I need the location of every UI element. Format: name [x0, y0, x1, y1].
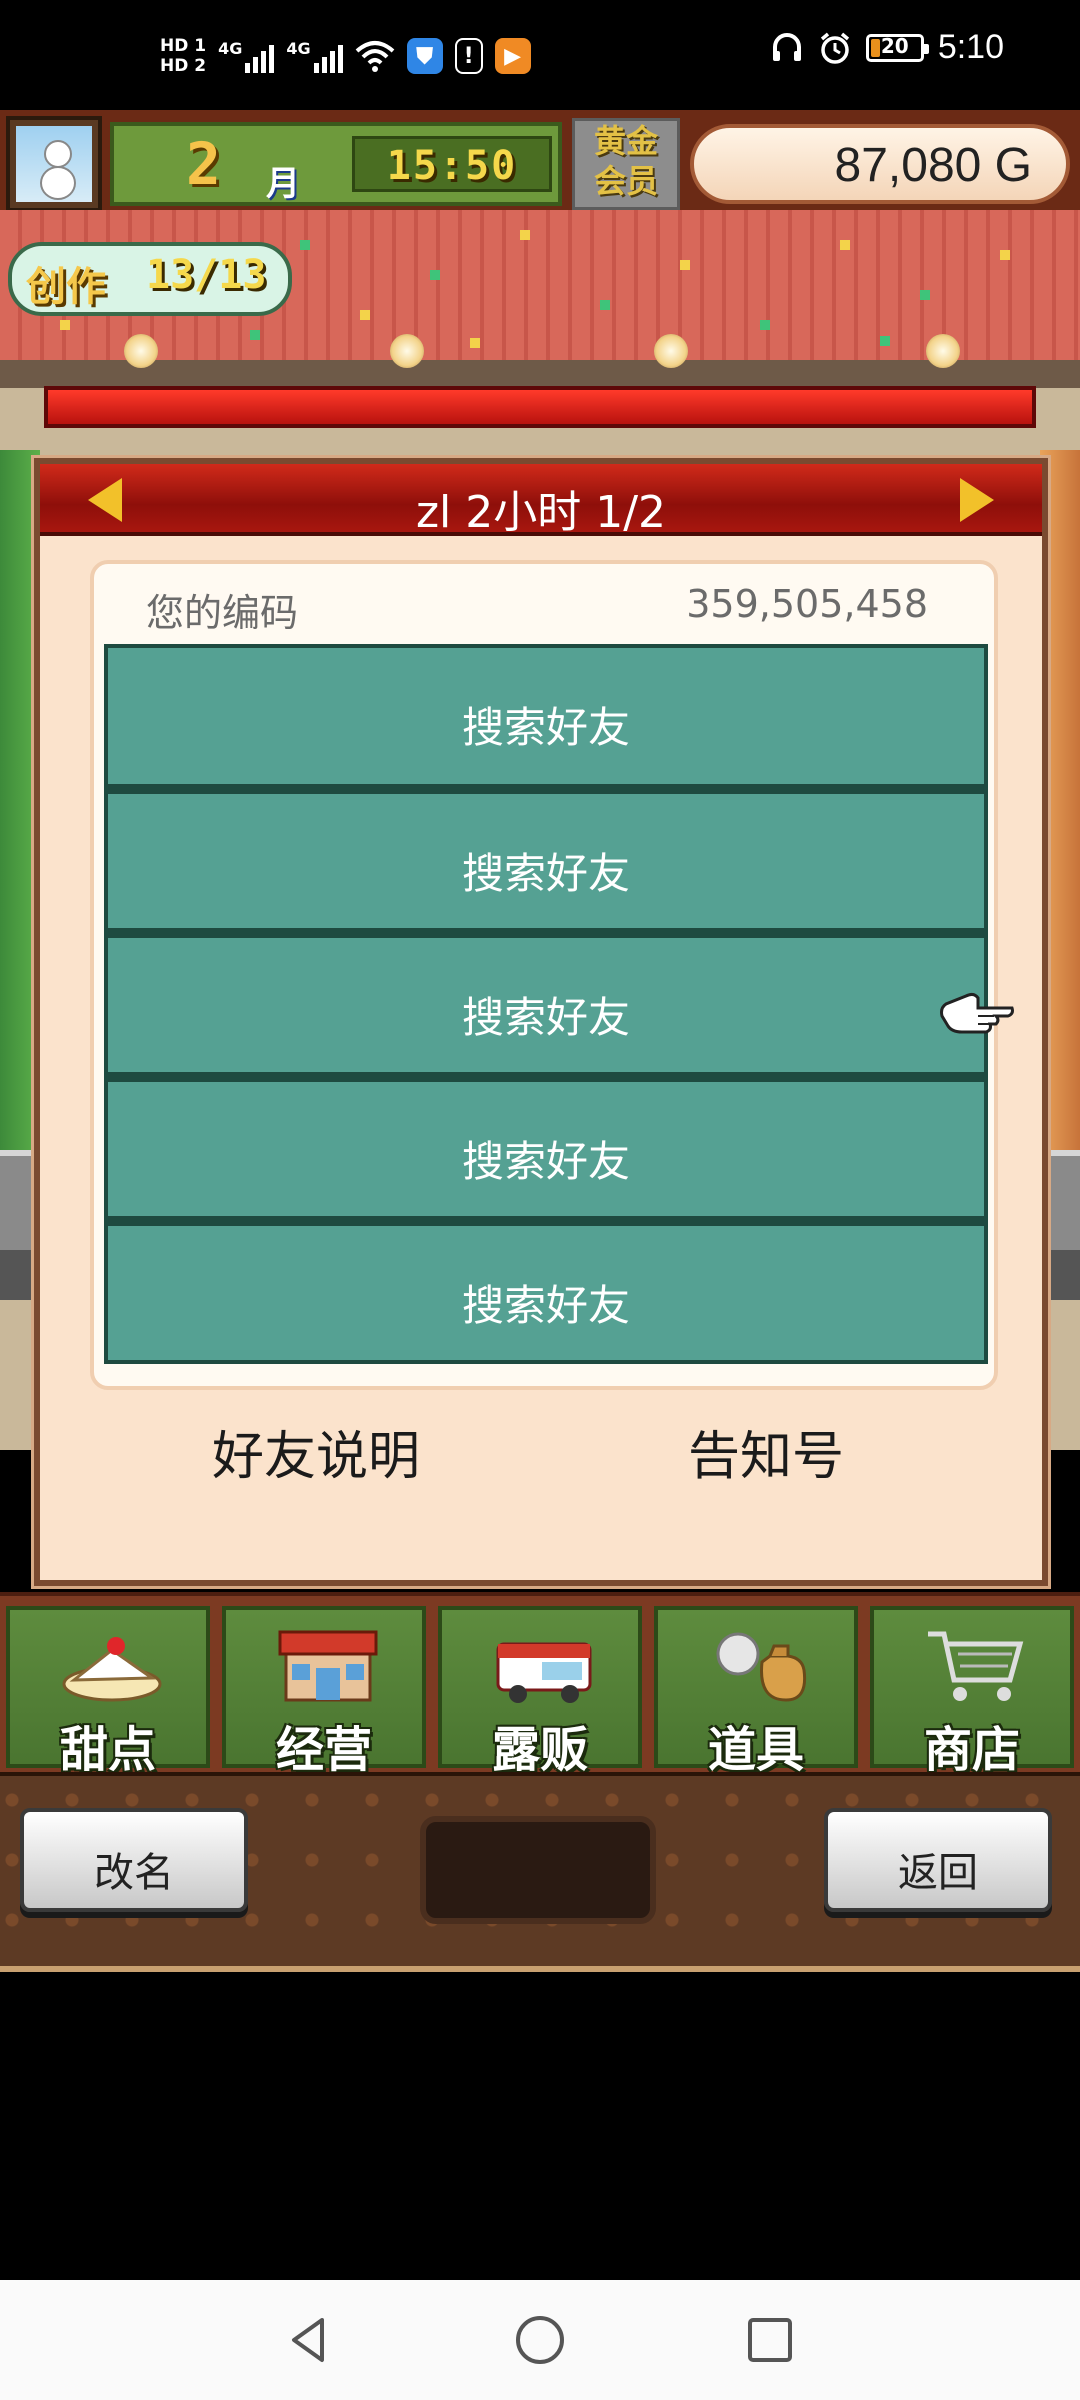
lamp-icon	[124, 334, 158, 368]
search-friend-label: 搜索好友	[461, 703, 630, 752]
recents-square-icon[interactable]	[742, 2312, 798, 2368]
notice-id-link[interactable]: 告知号	[688, 1414, 844, 1489]
search-friend-slot[interactable]: 搜索好友	[104, 644, 988, 788]
alert-app-icon: !	[454, 38, 483, 74]
signal-icon-2: 4G	[286, 39, 343, 73]
bottom-panel: 改名 返回	[0, 1772, 1080, 1972]
roof-eave	[0, 360, 1080, 388]
headphones-icon	[772, 32, 801, 61]
search-friend-slot[interactable]: 搜索好友	[104, 788, 988, 932]
food-truck-icon	[496, 1642, 592, 1703]
battery-level: 20	[880, 33, 909, 58]
menu-stall-label: 露贩	[491, 1722, 588, 1778]
dialog-title: zl 2小时 1/2	[415, 487, 667, 538]
player-avatar[interactable]	[6, 116, 102, 212]
search-friend-label: 搜索好友	[461, 1137, 630, 1186]
your-code-value: 359,505,458	[686, 582, 928, 626]
search-friend-label: 搜索好友	[461, 993, 630, 1042]
game-clock: 15:50	[386, 143, 518, 189]
search-friend-slot[interactable]: 搜索好友	[104, 1220, 988, 1364]
dialog-header: zl 2小时 1/2	[40, 464, 1042, 538]
snowman-icon	[16, 126, 92, 202]
items-bag-icon	[716, 1632, 807, 1702]
hd1-label: HD 1	[160, 36, 207, 56]
net-type-2: 4G	[286, 39, 311, 58]
signal-icon-1: 4G	[218, 39, 275, 73]
next-page-arrow-icon[interactable]	[958, 478, 994, 522]
gold-member-line1: 黄金	[593, 122, 658, 160]
menu-stall[interactable]: 露贩	[438, 1606, 642, 1778]
game-screen: 2 月 15:50 黄金 会员 87,080 G 创作 13/13 zl 2小时…	[0, 110, 1080, 2054]
shop-building-icon	[278, 1630, 378, 1702]
search-friend-slot[interactable]: 搜索好友	[104, 932, 988, 1076]
net-type-1: 4G	[218, 39, 243, 58]
menu-items-label: 道具	[707, 1722, 804, 1778]
menu-items[interactable]: 道具	[654, 1606, 858, 1778]
menu-manage[interactable]: 经营	[222, 1606, 426, 1778]
alarm-icon	[820, 32, 849, 64]
menu-manage-label: 经营	[275, 1722, 372, 1778]
shop-sign-bar	[44, 386, 1036, 428]
back-triangle-icon[interactable]	[282, 2312, 338, 2368]
status-left: HD 1 HD 2 4G 4G ⛊ ! ▶	[160, 36, 531, 76]
shield-app-icon: ⛊	[406, 38, 443, 74]
system-nav-bar	[0, 2280, 1080, 2400]
menu-dessert[interactable]: 甜点	[6, 1606, 210, 1778]
money-value: 87,080 G	[834, 139, 1032, 192]
gold-member-badge[interactable]: 黄金 会员	[572, 118, 680, 210]
home-circle-icon[interactable]	[512, 2312, 568, 2368]
search-friend-label: 搜索好友	[461, 849, 630, 898]
your-code-label: 您的编码	[146, 591, 299, 635]
rename-button-label: 改名	[94, 1850, 174, 1896]
hd2-label: HD 2	[160, 56, 207, 76]
back-button[interactable]: 返回	[824, 1808, 1052, 1912]
pointing-hand-icon	[940, 992, 1014, 1034]
date-panel: 2 月 15:50	[110, 122, 562, 206]
gold-member-line2: 会员	[593, 162, 658, 200]
lamp-icon	[926, 334, 960, 368]
month-number: 2	[186, 130, 221, 198]
main-menu-bar: 甜点 经营 露贩 道具 商店	[0, 1592, 1080, 1778]
wifi-icon	[355, 41, 394, 72]
friend-dialog: zl 2小时 1/2 您的编码 359,505,458 搜索好友 搜索好友 搜索…	[34, 458, 1048, 1586]
hd-indicator: HD 1 HD 2	[160, 36, 206, 76]
search-friend-label: 搜索好友	[461, 1281, 630, 1330]
create-count: 13/13	[146, 252, 267, 298]
game-clock-box: 15:50	[352, 136, 552, 192]
center-empty-slot	[420, 1816, 656, 1924]
battery-icon: 20	[865, 33, 929, 62]
search-friend-slot[interactable]: 搜索好友	[104, 1076, 988, 1220]
video-app-icon: ▶	[494, 38, 531, 74]
menu-store[interactable]: 商店	[870, 1606, 1074, 1778]
shopping-cart-icon	[928, 1631, 1024, 1701]
month-label: 月	[266, 164, 300, 204]
friend-help-link[interactable]: 好友说明	[212, 1414, 420, 1489]
friend-panel: 您的编码 359,505,458 搜索好友 搜索好友 搜索好友 搜索好友 搜索好…	[90, 560, 998, 1390]
top-hud: 2 月 15:50 黄金 会员 87,080 G	[0, 110, 1080, 212]
money-display: 87,080 G	[690, 124, 1070, 204]
back-button-label: 返回	[898, 1850, 978, 1896]
create-label: 创作	[26, 264, 106, 310]
friend-slot-list: 搜索好友 搜索好友 搜索好友 搜索好友 搜索好友	[104, 644, 988, 1364]
menu-store-label: 商店	[923, 1722, 1020, 1778]
menu-dessert-label: 甜点	[59, 1722, 156, 1778]
create-counter[interactable]: 创作 13/13	[8, 242, 292, 316]
status-bar: HD 1 HD 2 4G 4G ⛊ ! ▶ 20 5:10	[0, 0, 1080, 110]
clock-time: 5:10	[937, 28, 1004, 66]
rename-button[interactable]: 改名	[20, 1808, 248, 1912]
status-right: 20 5:10	[770, 28, 1004, 67]
cake-icon	[62, 1637, 162, 1702]
lamp-icon	[654, 334, 688, 368]
lamp-icon	[390, 334, 424, 368]
